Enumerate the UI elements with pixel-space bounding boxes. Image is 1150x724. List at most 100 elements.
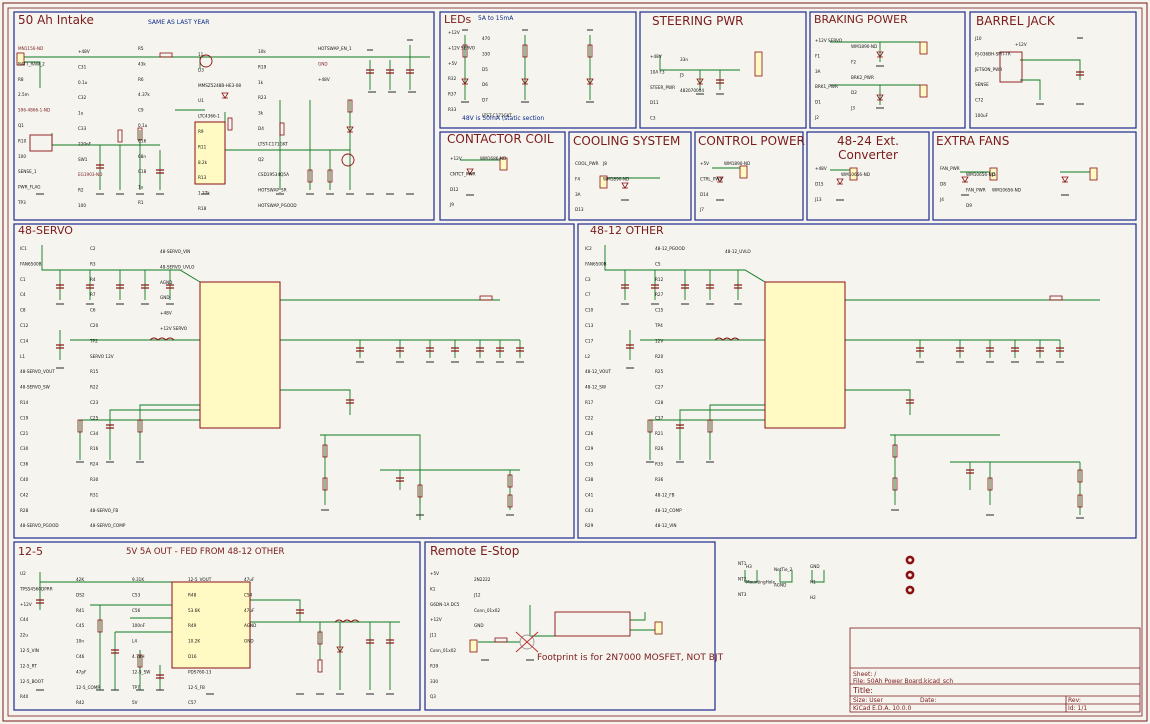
- component-label-servo48: 48-SERVO_PGOOD: [20, 523, 59, 528]
- component-label-servo48: SERVO 12V: [90, 354, 114, 359]
- component-label-other4812: 48-12_VOUT: [585, 369, 611, 374]
- wire: [39, 572, 172, 583]
- ic-ic1: [199, 281, 281, 429]
- connector: [1089, 167, 1098, 181]
- component-label-ext: +48V: [815, 166, 827, 171]
- component-label-leds: 330: [482, 51, 490, 56]
- component-label-intake: C32: [78, 95, 87, 100]
- component-label-servo48: 48-SERVO_COMP: [90, 523, 126, 528]
- component-label-barrel: PJ-036BH-SMT-TR: [975, 51, 1011, 56]
- component-label-servo48: R30: [90, 477, 99, 482]
- component-label-servo48: C25: [90, 415, 99, 420]
- component-label-other4812: IC2: [585, 246, 592, 251]
- connector: [654, 621, 663, 635]
- component-label-sec125: 10.2K: [188, 639, 200, 644]
- component-label-leds: D5: [482, 67, 488, 72]
- component-label-intake: CSD19534Q5A: [258, 172, 289, 177]
- component-label-intake: LTC4366-1: [198, 114, 220, 119]
- component-label-leds: D7: [482, 98, 488, 103]
- tb-id: Id: 1/1: [1068, 705, 1088, 712]
- component-label-sec125: R49: [188, 623, 197, 628]
- component-label-sec125: AGND: [244, 623, 256, 628]
- component-label-steering: J5: [679, 72, 684, 77]
- component-label-other4812: R35: [655, 462, 664, 467]
- wire: [649, 419, 765, 460]
- component-label-mounts: H1: [810, 579, 816, 584]
- component-label-other4812: R20: [655, 354, 664, 359]
- component-label-intake: 3k: [258, 111, 264, 116]
- component-label-braking: WM1890-ND: [851, 44, 877, 49]
- component-label-braking: D2: [851, 90, 857, 95]
- component-label-estop: J11: [429, 633, 437, 638]
- tb-title: Title:: [853, 686, 873, 695]
- component-label-intake: C33: [78, 126, 87, 131]
- component-label-servo48: C12: [20, 323, 29, 328]
- component-label-other4812: C7: [585, 292, 591, 297]
- component-label-intake: R8: [18, 77, 24, 82]
- component-label-other4812: C29: [585, 446, 594, 451]
- component-label-other4812: C27: [655, 385, 664, 390]
- component-label-sec125: 100nF: [132, 623, 146, 628]
- wire: [529, 605, 555, 637]
- component-label-steering: 482070004: [680, 88, 704, 93]
- section-title-125: 12-5: [18, 545, 43, 558]
- component-label-leds: +5V: [448, 61, 457, 66]
- component-label-sec125: R48: [188, 592, 197, 597]
- component-label-intake: HOTSWAP_PGOOD: [258, 203, 297, 208]
- component-label-barrel: J10: [974, 36, 982, 41]
- component-label-barrel: JETSON_PWR: [974, 67, 1002, 72]
- component-label-intake: 0.1u: [138, 123, 148, 128]
- connector: [919, 41, 928, 55]
- component-label-sec125: 12-5_BOOT: [20, 679, 44, 684]
- wire: [250, 599, 301, 622]
- component-label-barrel: C72: [975, 98, 984, 103]
- component-label-other4812: C43: [585, 508, 594, 513]
- component-label-mounts: NT3: [738, 592, 747, 597]
- section-title-barrel: BARREL JACK: [976, 14, 1055, 28]
- component-label-mounts: NetTie_2: [774, 567, 793, 572]
- component-label-estop: R39: [430, 663, 439, 668]
- component-label-other4812: R17: [585, 400, 594, 405]
- component-label-other4812: 48-12_PGOOD: [655, 246, 685, 251]
- component-label-cooling: F4: [575, 176, 580, 181]
- section-title-4812: 48-12 OTHER: [590, 224, 664, 237]
- ic-ic2: [764, 281, 846, 429]
- component-label-leds: R33: [448, 107, 457, 112]
- component-label-cooling: 3A: [575, 192, 581, 197]
- wire: [630, 612, 646, 621]
- frame-estop: [424, 541, 716, 711]
- resistor: [1049, 295, 1063, 301]
- component-label-intake: BATT_RAW_2: [18, 61, 45, 66]
- diode: [836, 178, 844, 185]
- component-label-fans: WM10656-ND: [966, 172, 995, 177]
- component-label-sec125: 42K: [76, 577, 84, 582]
- component-label-estop: Conn_01x02: [474, 608, 500, 613]
- schematic-sheet: MN1156-ND BATT_RAW_2 R8 2.5m 596-4866-1-ND Q1…: [2, 2, 1148, 722]
- section-title-leds: LEDs: [444, 13, 472, 26]
- component-label-fans: J4: [939, 197, 944, 202]
- component-label-intake: C18: [138, 169, 147, 174]
- component-label-braking: 3A: [815, 69, 821, 74]
- component-label-intake: SW1: [78, 157, 88, 162]
- component-label-contactor: +12V: [450, 156, 462, 161]
- wire: [659, 55, 740, 71]
- component-label-intake: R9: [198, 129, 204, 134]
- component-label-servo48: R16: [90, 446, 99, 451]
- component-label-braking: D1: [815, 100, 821, 105]
- component-label-braking: BRK2_PWR: [851, 75, 874, 80]
- component-label-sec125: R42: [76, 700, 85, 705]
- connector: [469, 639, 478, 653]
- component-label-estop: 2N2222: [474, 577, 491, 582]
- component-label-sec125: L4: [132, 639, 137, 644]
- component-label-control: J7: [699, 207, 704, 212]
- component-label-barrel: SENSE: [975, 82, 989, 87]
- diode: [1061, 176, 1069, 183]
- component-label-servo48: 48-SERVO_VIN: [160, 249, 190, 254]
- component-label-sec125: 22u: [20, 633, 28, 638]
- section-title-servo48: 48-SERVO: [18, 224, 73, 237]
- component-label-other4812: 48-12_FB: [655, 492, 675, 497]
- component-label-sec125: 5V: [132, 700, 138, 705]
- component-label-intake: R6: [138, 77, 144, 82]
- component-label-other4812: R21: [655, 431, 664, 436]
- wire: [280, 389, 351, 415]
